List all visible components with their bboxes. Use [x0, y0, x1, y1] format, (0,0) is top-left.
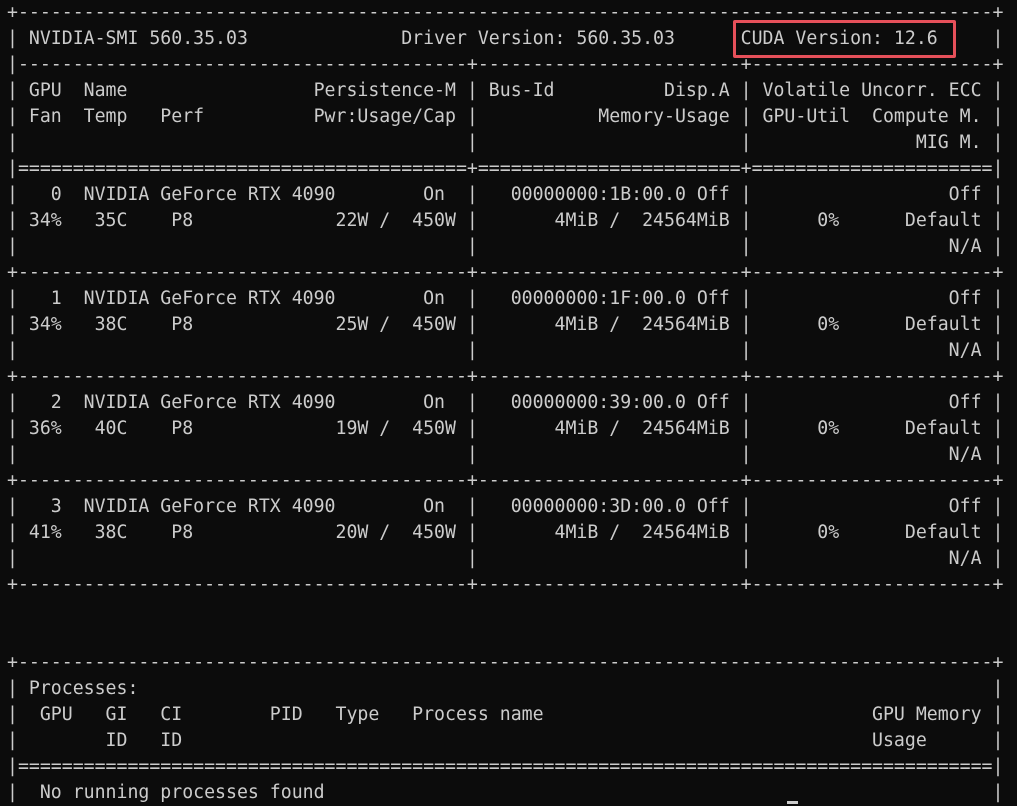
terminal-line: | GPU GI CI PID Type Process name GPU Me…	[7, 704, 1004, 725]
terminal-line: +---------------------------------------…	[7, 262, 1004, 283]
terminal-line: +---------------------------------------…	[7, 366, 1004, 387]
terminal-line: | 0 NVIDIA GeForce RTX 4090 On | 0000000…	[7, 184, 1004, 205]
terminal-line: | | | N/A |	[7, 444, 1004, 465]
terminal-line: | 1 NVIDIA GeForce RTX 4090 On | 0000000…	[7, 288, 1004, 309]
terminal-line: | 3 NVIDIA GeForce RTX 4090 On | 0000000…	[7, 496, 1004, 517]
terminal-line: | | | N/A |	[7, 548, 1004, 569]
nvidia-smi-output: +---------------------------------------…	[7, 0, 1003, 806]
terminal-line: | 36% 40C P8 19W / 450W | 4MiB / 24564Mi…	[7, 418, 1004, 439]
terminal-window[interactable]: +---------------------------------------…	[0, 0, 1017, 806]
cuda-version-highlight-box	[733, 20, 956, 58]
terminal-line: | ID ID Usage |	[7, 730, 1004, 751]
terminal-line: |=======================================…	[7, 756, 1004, 777]
terminal-line: | | | N/A |	[7, 236, 1004, 257]
terminal-line: | Processes: |	[7, 678, 1004, 699]
terminal-line: +---------------------------------------…	[7, 574, 1004, 595]
terminal-line: | | | N/A |	[7, 340, 1004, 361]
terminal-line: +---------------------------------------…	[7, 470, 1004, 491]
terminal-line: | Fan Temp Perf Pwr:Usage/Cap | Memory-U…	[7, 106, 1004, 127]
terminal-line: | GPU Name Persistence-M | Bus-Id Disp.A…	[7, 80, 1004, 101]
terminal-line: | | | MIG M. |	[7, 132, 1004, 153]
terminal-line: |=======================================…	[7, 158, 1004, 179]
terminal-line: | 34% 35C P8 22W / 450W | 4MiB / 24564Mi…	[7, 210, 1004, 231]
terminal-line: | 41% 38C P8 20W / 450W | 4MiB / 24564Mi…	[7, 522, 1004, 543]
terminal-cursor	[787, 801, 798, 804]
terminal-line: | No running processes found |	[7, 782, 1004, 803]
terminal-line: +---------------------------------------…	[7, 652, 1004, 673]
terminal-line: | 34% 38C P8 25W / 450W | 4MiB / 24564Mi…	[7, 314, 1004, 335]
terminal-line: | 2 NVIDIA GeForce RTX 4090 On | 0000000…	[7, 392, 1004, 413]
